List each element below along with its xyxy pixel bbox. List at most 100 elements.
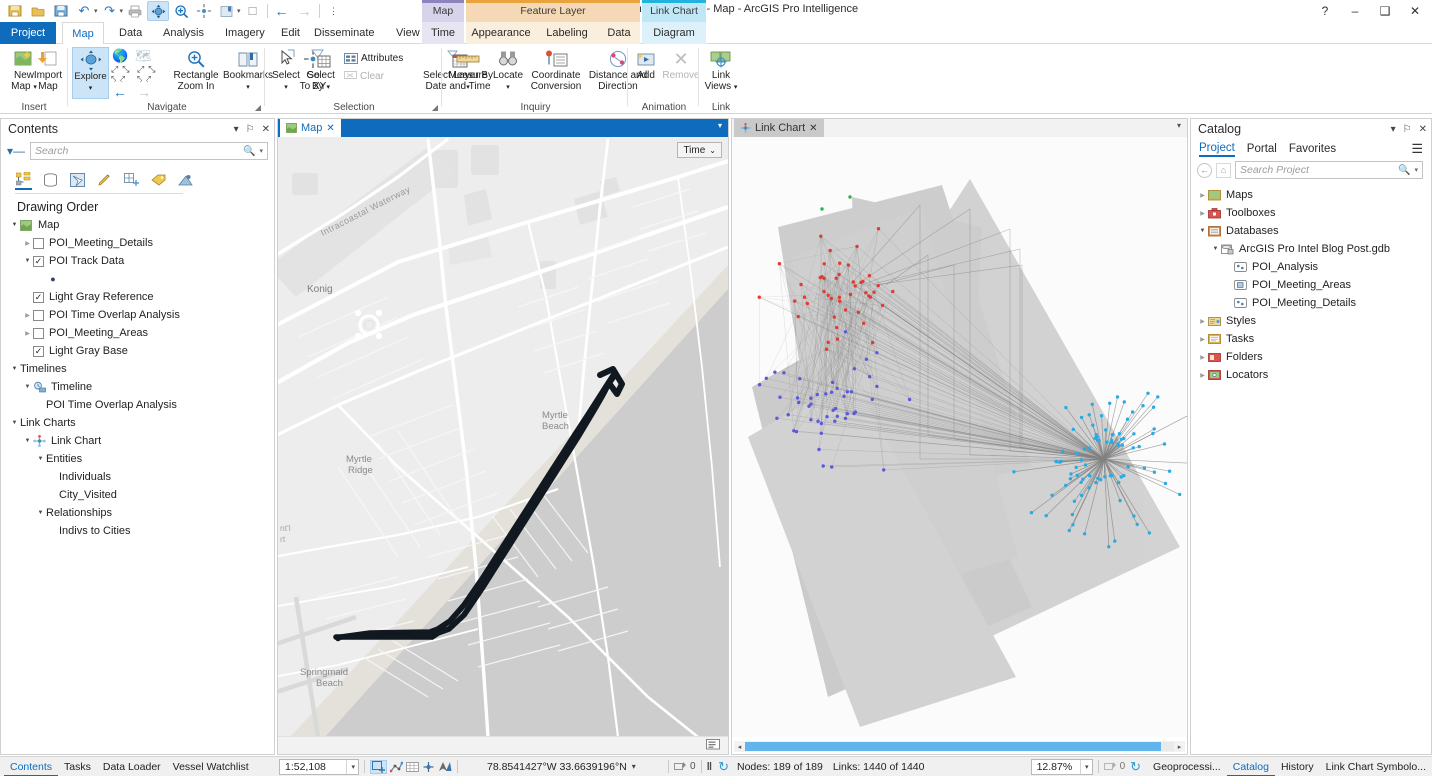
link-chart-node-city[interactable] — [1083, 532, 1086, 535]
close-icon[interactable]: ✕ — [809, 123, 817, 134]
link-chart-node-city[interactable] — [1146, 392, 1149, 395]
link-chart-node-individual[interactable] — [833, 420, 836, 423]
link-chart-node-city[interactable] — [1116, 395, 1119, 398]
link-chart-node-city[interactable] — [1084, 463, 1087, 466]
link-chart-horizontal-scrollbar[interactable]: ◂ ▸ — [734, 741, 1185, 752]
status-tab-contents[interactable]: Contents — [4, 757, 58, 776]
home-icon[interactable]: ⌂ — [1216, 163, 1231, 178]
catalog-item-poi-meeting-areas[interactable]: POI_Meeting_Areas — [1191, 276, 1431, 294]
expander-expand-icon[interactable]: ▶ — [1197, 354, 1208, 361]
link-chart-node-individual[interactable] — [877, 227, 880, 230]
tree-item-map[interactable]: ▼Map — [1, 216, 274, 234]
view-tab-map[interactable]: Map ✕ — [280, 119, 341, 137]
catalog-item-folders[interactable]: ▶Folders — [1191, 348, 1431, 366]
link-chart-node-individual[interactable] — [803, 296, 806, 299]
link-chart-node-city[interactable] — [1071, 523, 1074, 526]
link-chart-node-city[interactable] — [1094, 437, 1097, 440]
layer-visibility-checkbox[interactable]: ✓ — [33, 292, 44, 303]
link-chart-node-individual[interactable] — [836, 387, 839, 390]
list-by-editing-icon[interactable] — [96, 170, 113, 190]
measure-button[interactable]: Measure▾ — [447, 47, 489, 99]
remove-animation-button[interactable]: ✕ Remove — [661, 47, 701, 99]
link-chart-node-city[interactable] — [1118, 432, 1121, 435]
link-chart-node-city[interactable] — [1080, 416, 1083, 419]
link-chart-node-individual[interactable] — [825, 348, 828, 351]
status-tab-link-chart-symbology[interactable]: Link Chart Symbolo... — [1320, 757, 1432, 776]
list-by-snapping-icon[interactable] — [123, 170, 140, 190]
expander-expand-icon[interactable]: ▶ — [22, 312, 33, 319]
tab-edit[interactable]: Edit — [272, 22, 309, 44]
tree-item-entities[interactable]: ▼Entities — [1, 450, 274, 468]
layer-visibility-checkbox[interactable] — [33, 238, 44, 249]
catalog-item-locators[interactable]: ▶Locators — [1191, 366, 1431, 384]
tab-time[interactable]: Time — [422, 22, 464, 44]
link-chart-node-individual[interactable] — [775, 417, 778, 420]
expander-expand-icon[interactable]: ▶ — [1197, 318, 1208, 325]
link-chart-node-city[interactable] — [1178, 493, 1181, 496]
link-chart-node-city[interactable] — [1081, 478, 1084, 481]
link-chart-node-individual[interactable] — [862, 322, 865, 325]
contents-pane-close-icon[interactable]: ✕ — [262, 124, 270, 135]
link-chart-node-city[interactable] — [1096, 477, 1099, 480]
status-tab-geoprocessing[interactable]: Geoprocessi... — [1147, 757, 1227, 776]
restore-icon[interactable]: ❑ — [1370, 0, 1400, 22]
catalog-tab-favorites[interactable]: Favorites — [1289, 143, 1336, 155]
link-chart-node-individual[interactable] — [830, 297, 833, 300]
link-chart-node-city[interactable] — [1095, 433, 1098, 436]
expander-expand-icon[interactable]: ▶ — [1197, 372, 1208, 379]
selected-features-icon[interactable] — [370, 760, 387, 774]
link-chart-node-city[interactable] — [1064, 484, 1067, 487]
tree-item-timelines[interactable]: ▼Timelines — [1, 360, 274, 378]
catalog-item-databases[interactable]: ▼Databases — [1191, 222, 1431, 240]
layer-visibility-checkbox[interactable] — [33, 328, 44, 339]
link-chart-node-individual[interactable] — [864, 291, 867, 294]
expander-collapse-icon[interactable]: ▼ — [9, 222, 20, 228]
pause-drawing-icon[interactable]: ‖ — [707, 761, 712, 773]
expander-collapse-icon[interactable]: ▼ — [1197, 228, 1208, 234]
link-chart-node-city[interactable] — [1094, 481, 1097, 484]
link-chart-node-individual[interactable] — [849, 293, 852, 296]
link-chart-node-city[interactable] — [1075, 466, 1078, 469]
link-chart-node-individual[interactable] — [817, 448, 820, 451]
tree-item-relationships[interactable]: ▼Relationships — [1, 504, 274, 522]
snapping-icon[interactable] — [390, 761, 403, 773]
bookmark-tool-icon[interactable]: 🗺 — [135, 48, 152, 64]
link-chart-node-city[interactable] — [1132, 432, 1135, 435]
contents-search-input[interactable]: Search 🔍 ▾ — [30, 142, 268, 160]
tree-item-city-visited[interactable]: City_Visited — [1, 486, 274, 504]
link-chart-node-city[interactable] — [1126, 418, 1129, 421]
link-chart-node-city[interactable] — [1103, 475, 1106, 478]
contents-pane-pin-icon[interactable]: ⚐ — [246, 124, 255, 135]
expander-collapse-icon[interactable]: ▼ — [9, 420, 20, 426]
link-chart-node-city[interactable] — [1152, 406, 1155, 409]
link-chart-node-city[interactable] — [1127, 465, 1130, 468]
link-chart-node-city[interactable] — [1088, 446, 1091, 449]
link-chart-node-city[interactable] — [1131, 410, 1134, 413]
link-chart-node-individual[interactable] — [820, 432, 823, 435]
link-chart-node-city[interactable] — [1100, 414, 1103, 417]
explore-button[interactable]: Explore▾ — [72, 47, 109, 99]
refresh-icon[interactable]: ↻ — [718, 759, 729, 775]
tab-imagery[interactable]: Imagery — [216, 22, 274, 44]
link-chart-node-individual[interactable] — [908, 398, 911, 401]
link-chart-node-individual[interactable] — [846, 412, 849, 415]
list-by-selection-icon[interactable] — [69, 170, 86, 190]
link-chart-node-individual[interactable] — [823, 262, 826, 265]
link-chart-node-individual[interactable] — [844, 308, 847, 311]
tree-item-link-charts[interactable]: ▼Link Charts — [1, 414, 274, 432]
link-chart-node-city[interactable] — [1123, 400, 1126, 403]
link-chart-node-individual[interactable] — [816, 393, 819, 396]
link-chart-node-individual[interactable] — [837, 273, 840, 276]
tree-item-poi-meeting-areas[interactable]: ▶POI_Meeting_Areas — [1, 324, 274, 342]
link-chart-node-individual[interactable] — [787, 413, 790, 416]
link-chart-node-city[interactable] — [1087, 486, 1090, 489]
attributes-button[interactable]: Attributes — [344, 50, 403, 66]
tree-item-point-symbol[interactable]: ● — [1, 270, 274, 288]
link-chart-node-individual[interactable] — [797, 315, 800, 318]
link-chart-node-city[interactable] — [1104, 428, 1107, 431]
link-chart-node-individual[interactable] — [822, 277, 825, 280]
expander-collapse-icon[interactable]: ▼ — [22, 258, 33, 264]
navigate-dialog-launcher[interactable]: ◢ — [255, 103, 261, 112]
link-chart-node-individual[interactable] — [852, 280, 855, 283]
link-chart-node-city[interactable] — [1122, 437, 1125, 440]
